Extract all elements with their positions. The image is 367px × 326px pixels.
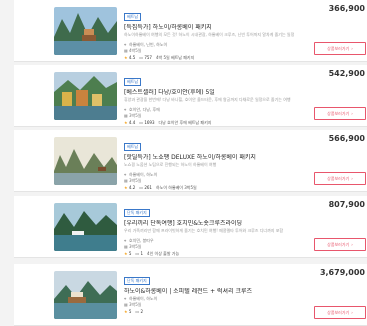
chevron-right-icon: › xyxy=(351,176,353,181)
product-title[interactable]: 하노이&하롱베이 | 소피텔 레전드 + 럭셔리 크루즈 xyxy=(124,288,314,296)
product-thumbnail[interactable] xyxy=(54,7,117,55)
view-product-button[interactable]: 상품보러가기 › xyxy=(314,107,366,120)
product-price: 3,679,000 xyxy=(319,268,365,277)
product-card[interactable]: 베트남 [핫딜특가] 노쇼팽 DELUXE 하노이/하롱베이 패키지 노쇼핑 노… xyxy=(14,130,367,192)
star-icon: ★ xyxy=(124,309,128,314)
product-price: 542,900 xyxy=(328,69,365,78)
product-thumbnail[interactable] xyxy=(54,203,117,251)
view-product-label: 상품보러가기 xyxy=(327,46,350,51)
view-product-label: 상품보러가기 xyxy=(327,310,350,315)
review-icon: ▭ xyxy=(135,251,140,256)
rating-value: 4.4 xyxy=(128,120,136,125)
rating-value: 5 xyxy=(128,309,132,314)
review-count: 1693 xyxy=(144,120,155,125)
product-description: 하노이하롱베이 여행의 모든 것! 하노이 시내관광, 하롱베이 크루즈, 닌빈… xyxy=(124,32,295,37)
extra-info: 다낭 호이안 후에 베트남 패키지 xyxy=(158,120,212,125)
product-title[interactable]: [베스트셀러] 다낭/호이안(후에) 5일 xyxy=(124,89,314,97)
destination-badge: 베트남 xyxy=(124,78,142,86)
destination-badge: 베트남 xyxy=(124,13,142,21)
product-description: 우리 가족끼리만 함께 프라이빗하게 즐기는 호치민 여행! 메콩델타 투어와 … xyxy=(124,228,284,233)
product-title[interactable]: [우리끼리 단독여행] 호치민&노숏크루즈라이딩 xyxy=(124,220,314,228)
cruise-bay-image xyxy=(54,271,117,319)
karst-landscape-image xyxy=(54,137,117,185)
product-thumbnail[interactable] xyxy=(54,72,117,120)
product-description: 노쇼핑 노옵션 노팁으로 진행되는 하노이 하롱베이 여행 xyxy=(124,162,217,167)
duration-text: 3박5일 xyxy=(129,244,142,249)
view-product-label: 상품보러가기 xyxy=(327,176,350,181)
review-count: 261 xyxy=(144,185,152,190)
review-icon: ▭ xyxy=(139,120,144,125)
destination-badge: 단독 패키지 xyxy=(124,209,150,217)
bay-islands-image xyxy=(54,203,117,251)
duration-text: 4박5일 xyxy=(129,48,142,53)
route-text: 호이안, 다낭, 후에 xyxy=(129,107,160,112)
product-card[interactable]: 단독 패키지 [우리끼리 단독여행] 호치민&노숏크루즈라이딩 우리 가족끼리만… xyxy=(14,196,367,258)
extra-info: 4인 이상 출발 가능 xyxy=(147,251,180,256)
halong-bay-image xyxy=(54,7,117,55)
chevron-right-icon: › xyxy=(351,242,353,247)
destination-badge: 베트남 xyxy=(124,143,142,151)
route-text: 하롱베이, 하노이 xyxy=(129,172,158,177)
view-product-label: 상품보러가기 xyxy=(327,242,350,247)
route-text: 하롱베이, 닌빈, 하노이 xyxy=(129,42,168,47)
rating-line: ★ 5 ▭ 2 xyxy=(124,309,314,315)
review-count: 2 xyxy=(140,309,144,314)
review-icon: ▭ xyxy=(139,55,144,60)
product-thumbnail[interactable] xyxy=(54,137,117,185)
product-price: 366,900 xyxy=(328,4,365,13)
duration-text: 3박5일 xyxy=(129,113,142,118)
duration-line: ▦3박5일 xyxy=(124,302,314,308)
review-count: 757 xyxy=(144,55,152,60)
star-icon: ★ xyxy=(124,120,128,125)
star-icon: ★ xyxy=(124,251,128,256)
rating-line: ★ 4.5 ▭ 757 4박 5일 베트남 패키지 xyxy=(124,55,314,61)
product-list-page: 베트남 [특집특가] 하노이/하롱베이 패키지 하노이하롱베이 여행의 모든 것… xyxy=(0,0,367,326)
product-title[interactable]: [특집특가] 하노이/하롱베이 패키지 xyxy=(124,24,314,32)
rating-line: ★ 4.2 ▭ 261 하노이 하롱베이 3박5일 xyxy=(124,185,314,191)
rating-value: 4.2 xyxy=(128,185,136,190)
review-icon: ▭ xyxy=(139,185,144,190)
chevron-right-icon: › xyxy=(351,310,353,315)
rating-value: 5 xyxy=(128,251,132,256)
route-text: 호치민, 붕따우 xyxy=(129,238,154,243)
star-icon: ★ xyxy=(124,185,128,190)
product-card[interactable]: 베트남 [특집특가] 하노이/하롱베이 패키지 하노이하롱베이 여행의 모든 것… xyxy=(14,0,367,62)
extra-info: 4박 5일 베트남 패키지 xyxy=(155,55,195,60)
extra-info: 하노이 하롱베이 3박5일 xyxy=(155,185,197,190)
chevron-right-icon: › xyxy=(351,46,353,51)
duration-line: ▦3박5일 xyxy=(124,113,314,119)
chevron-right-icon: › xyxy=(351,111,353,116)
view-product-label: 상품보러가기 xyxy=(327,111,350,116)
duration-text: 3박5일 xyxy=(129,302,142,307)
rating-line: ★ 4.4 ▭ 1693 다낭 호이안 후에 베트남 패키지 xyxy=(124,120,314,126)
view-product-button[interactable]: 상품보러가기 › xyxy=(314,306,366,319)
view-product-button[interactable]: 상품보러가기 › xyxy=(314,172,366,185)
rating-value: 4.5 xyxy=(128,55,136,60)
duration-text: 3박5일 xyxy=(129,178,142,183)
review-count: 1 xyxy=(140,251,144,256)
destination-badge: 단독 패키지 xyxy=(124,277,150,285)
view-product-button[interactable]: 상품보러가기 › xyxy=(314,238,366,251)
hoi-an-image xyxy=(54,72,117,120)
product-card[interactable]: 단독 패키지 하노이&하롱베이 | 소피텔 레전드 + 럭셔리 크루즈 ⌖ 하롱베… xyxy=(14,264,367,326)
product-thumbnail[interactable] xyxy=(54,271,117,319)
star-icon: ★ xyxy=(124,55,128,60)
route-text: 하롱베이, 하노이 xyxy=(129,296,158,301)
view-product-button[interactable]: 상품보러가기 › xyxy=(314,42,366,55)
product-price: 566,900 xyxy=(328,134,365,143)
product-card[interactable]: 베트남 [베스트셀러] 다낭/호이안(후에) 5일 휴양과 관광을 한번에! 다… xyxy=(14,65,367,127)
duration-line: ▦3박5일 xyxy=(124,244,314,250)
review-icon: ▭ xyxy=(135,309,140,314)
rating-line: ★ 5 ▭ 1 4인 이상 출발 가능 xyxy=(124,251,314,257)
duration-line: ▦3박5일 xyxy=(124,178,314,184)
duration-line: ▦4박5일 xyxy=(124,48,314,54)
product-price: 807,900 xyxy=(328,200,365,209)
product-description: 휴양과 관광을 한번에! 다낭 바나힐, 호이안 올드타운, 후에 왕궁까지 다… xyxy=(124,97,291,102)
product-title[interactable]: [핫딜특가] 노쇼팽 DELUXE 하노이/하롱베이 패키지 xyxy=(124,154,314,162)
